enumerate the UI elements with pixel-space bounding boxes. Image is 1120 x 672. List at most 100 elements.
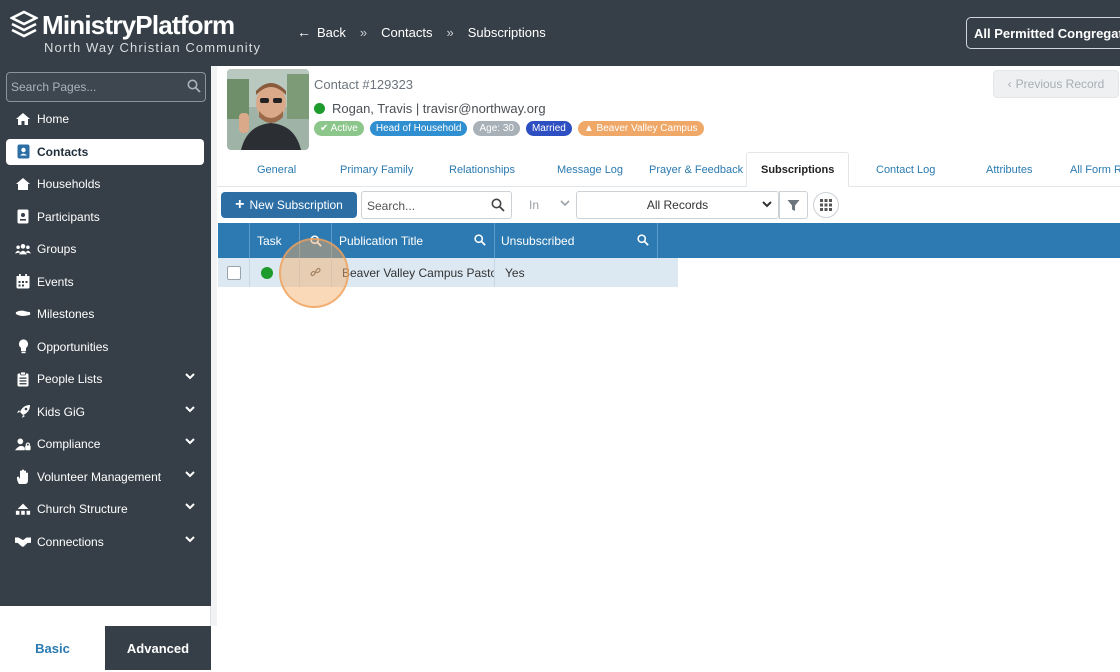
layers-logo-icon [10,10,38,38]
contact-card-icon [15,144,31,160]
status-dot-icon [314,103,325,114]
badge-marital-status: Married [525,121,572,136]
sidebar-item-compliance[interactable]: Compliance [6,428,204,461]
tab-prayer-feedback[interactable]: Prayer & Feedback [649,152,743,187]
house-icon [15,176,31,192]
breadcrumb: ← Back » Contacts » Subscriptions [297,24,546,40]
tab-relationships[interactable]: Relationships [449,152,515,187]
column-header-publication-title[interactable]: Publication Title [332,223,495,258]
sidebar-item-milestones[interactable]: Milestones [6,298,204,331]
back-link[interactable]: ← Back [297,24,346,40]
contact-number: Contact #129323 [314,77,414,92]
publication-title-cell: Beaver Valley Campus Pastor [332,258,495,287]
badge-age: Age: 30 [473,121,520,136]
back-label: Back [317,24,346,40]
row-select-cell [218,258,250,287]
main-content: Contact #129323 Rogan, Travis | travisr@… [211,66,1120,626]
tab-subscriptions[interactable]: Subscriptions [746,152,850,187]
sidebar-footer [0,606,211,626]
tab-contact-log[interactable]: Contact Log [876,152,935,187]
breadcrumb-contacts[interactable]: Contacts [381,25,432,40]
search-icon[interactable] [474,234,486,246]
app-logo[interactable]: MinistryPlatform North Way Christian Com… [10,10,261,55]
chevron-down-icon [185,373,195,380]
double-chevron-icon: » [446,24,454,40]
column-label: Unsubscribed [501,233,575,248]
new-subscription-button[interactable]: + New Subscription [221,192,357,218]
sidebar-item-label: Opportunities [37,339,109,354]
app-subtitle: North Way Christian Community [44,40,262,55]
sidebar-item-groups[interactable]: Groups [6,233,204,266]
tab-basic[interactable]: Basic [0,626,105,670]
select-all-column[interactable] [218,223,250,258]
task-status-icon[interactable] [261,266,273,279]
search-pages-input[interactable]: Search Pages... [6,72,206,102]
tab-all-form-responses[interactable]: All Form Responses [1070,152,1120,187]
congregation-selector[interactable]: All Permitted Congregations [966,17,1120,49]
filter-button[interactable] [779,191,808,219]
click-indicator [279,238,349,308]
sidebar-item-home[interactable]: Home [6,103,204,136]
sidebar-item-contacts[interactable]: Contacts [6,138,204,165]
sidebar-item-opportunities[interactable]: Opportunities [6,331,204,364]
sidebar-item-label: Households [37,177,101,192]
previous-record-button[interactable]: ‹ Previous Record [993,70,1119,98]
search-field-select[interactable]: In [515,191,575,219]
clipboard-list-icon [15,371,31,387]
search-icon [187,79,201,93]
unsubscribed-cell: Yes [505,265,525,280]
grid-search-input[interactable]: Search... [361,191,512,219]
sidebar-item-label: Contacts [37,144,89,159]
records-view-select[interactable]: All Records [576,191,779,219]
sidebar-item-participants[interactable]: Participants [6,201,204,234]
contact-name-email: Rogan, Travis | travisr@northway.org [332,101,546,116]
search-field-label: In [529,198,540,212]
chevron-down-icon [762,201,772,208]
sidebar-item-volunteer-management[interactable]: Volunteer Management [6,461,204,494]
chevron-down-icon [185,405,195,412]
sidebar-item-events[interactable]: Events [6,266,204,299]
search-pages-placeholder: Search Pages... [11,80,97,94]
hand-icon [15,469,31,485]
tab-message-log[interactable]: Message Log [557,152,623,187]
app-title: MinistryPlatform [42,10,235,40]
id-badge-icon [15,209,31,225]
contact-photo-image [227,69,309,150]
new-subscription-label: New Subscription [249,198,343,212]
sidebar-item-people-lists[interactable]: People Lists [6,363,204,396]
sidebar-item-kids-gig[interactable]: Kids GiG [6,396,204,429]
shoe-prints-icon [15,306,31,322]
row-checkbox[interactable] [226,265,241,280]
column-label: Publication Title [339,233,424,248]
grid-search-placeholder: Search... [367,199,416,213]
sitemap-icon: ▲ [583,123,594,134]
chevron-down-icon [185,503,195,510]
sidebar-item-label: Church Structure [37,502,128,517]
lightbulb-icon [15,339,31,355]
sidebar-item-church-structure[interactable]: Church Structure [6,493,204,526]
tab-general[interactable]: General [257,152,296,187]
contact-badges: ✔ Active Head of Household Age: 30 Marri… [314,121,710,136]
sidebar-item-connections[interactable]: Connections [6,526,204,559]
records-view-label: All Records [646,198,709,212]
user-lock-icon [15,436,31,452]
top-bar: MinistryPlatform North Way Christian Com… [0,0,1120,66]
sidebar-item-label: Milestones [37,307,95,322]
tab-advanced[interactable]: Advanced [105,626,211,670]
sidebar-nav: Home Contacts Households Participants Gr… [6,103,204,558]
tab-primary-family[interactable]: Primary Family [340,152,413,187]
sidebar-item-label: Volunteer Management [37,469,162,484]
sidebar-item-label: Compliance [37,437,101,452]
contact-photo[interactable] [227,69,309,150]
tab-attributes[interactable]: Attributes [986,152,1032,187]
breadcrumb-subscriptions: Subscriptions [467,24,546,40]
calendar-icon [15,274,31,290]
search-icon [491,198,505,212]
chevron-down-icon [185,438,195,445]
column-layout-button[interactable] [813,192,839,218]
sidebar-item-households[interactable]: Households [6,168,204,201]
column-header-unsubscribed[interactable]: Unsubscribed [495,223,658,258]
search-icon[interactable] [637,234,649,246]
chevron-left-icon: ‹ [1007,77,1012,91]
plus-icon: + [235,196,245,213]
